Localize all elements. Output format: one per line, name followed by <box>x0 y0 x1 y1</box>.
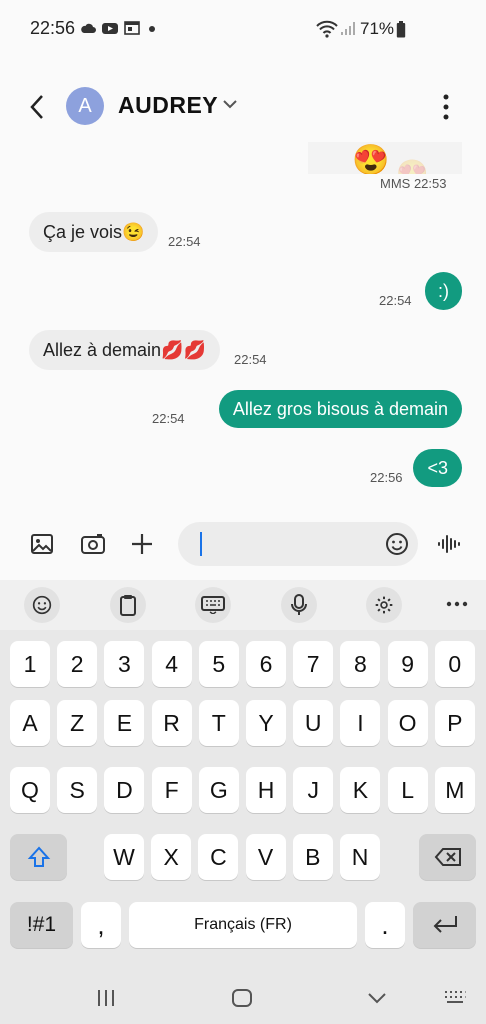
outgoing-message-bubble[interactable]: :) <box>425 272 462 310</box>
key-j[interactable]: J <box>293 767 334 813</box>
key-4[interactable]: 4 <box>151 641 192 687</box>
emoji-icon <box>32 595 52 615</box>
backspace-icon <box>434 848 461 866</box>
key-h[interactable]: H <box>246 767 286 813</box>
back-nav-icon[interactable] <box>367 990 387 1006</box>
backspace-key[interactable] <box>419 834 476 880</box>
key-n[interactable]: N <box>340 834 380 880</box>
voice-input-button[interactable] <box>281 587 317 623</box>
key-2[interactable]: 2 <box>57 641 98 687</box>
more-options-button[interactable] <box>436 92 456 122</box>
key-y[interactable]: Y <box>246 700 286 746</box>
avatar[interactable]: A <box>66 87 104 125</box>
message-timestamp: 22:54 <box>379 293 412 308</box>
clipboard-icon <box>120 595 136 616</box>
key-d[interactable]: D <box>104 767 145 813</box>
home-icon[interactable] <box>231 988 253 1008</box>
avatar-letter: A <box>78 94 92 117</box>
key-6[interactable]: 6 <box>246 641 286 687</box>
text-cursor <box>200 532 202 556</box>
mms-image-thumbnail[interactable]: 😍 😍 <box>308 142 462 174</box>
camera-icon[interactable] <box>80 532 106 556</box>
key-c[interactable]: C <box>198 834 239 880</box>
key-m[interactable]: M <box>434 767 475 813</box>
battery-icon <box>396 21 406 38</box>
contact-name[interactable]: AUDREY <box>118 92 218 119</box>
key-x[interactable]: X <box>151 834 192 880</box>
mms-emoji: 😍 <box>352 144 390 174</box>
key-v[interactable]: V <box>245 834 286 880</box>
key-l[interactable]: L <box>387 767 428 813</box>
message-timestamp: MMS 22:53 <box>380 176 447 191</box>
key-3[interactable]: 3 <box>104 641 145 687</box>
key-1[interactable]: 1 <box>10 641 50 687</box>
comma-key[interactable]: , <box>81 902 121 948</box>
key-z[interactable]: Z <box>57 700 98 746</box>
key-i[interactable]: I <box>340 700 381 746</box>
key-t[interactable]: T <box>198 700 239 746</box>
key-b[interactable]: B <box>292 834 333 880</box>
gallery-icon[interactable] <box>30 532 54 556</box>
message-timestamp: 22:54 <box>234 352 267 367</box>
wifi-icon <box>316 20 338 38</box>
period-key[interactable]: . <box>365 902 405 948</box>
key-g[interactable]: G <box>198 767 239 813</box>
message-timestamp: 22:54 <box>152 411 185 426</box>
message-input[interactable] <box>178 522 418 566</box>
settings-icon <box>375 596 393 614</box>
key-5[interactable]: 5 <box>198 641 239 687</box>
key-7[interactable]: 7 <box>293 641 334 687</box>
key-f[interactable]: F <box>151 767 192 813</box>
plus-icon[interactable] <box>130 532 154 556</box>
notification-dot-icon <box>149 26 155 32</box>
calendar-icon <box>124 21 140 35</box>
status-bar: 22:56 71% <box>0 0 486 60</box>
clipboard-button[interactable] <box>110 587 146 623</box>
signal-icon <box>341 22 355 35</box>
mms-emoji-faded: 😍 <box>396 158 429 174</box>
keyboard-settings-button[interactable] <box>366 587 402 623</box>
shift-icon <box>27 846 50 867</box>
key-u[interactable]: U <box>293 700 334 746</box>
back-button[interactable] <box>22 90 56 124</box>
key-0[interactable]: 0 <box>434 641 475 687</box>
incoming-message-bubble[interactable]: Allez à demain💋💋 <box>29 330 220 370</box>
mic-icon <box>291 594 307 615</box>
youtube-icon <box>102 23 118 34</box>
cloud-icon <box>81 23 96 33</box>
shift-key[interactable] <box>10 834 67 880</box>
battery-percentage: 71% <box>360 19 395 38</box>
keyboard-hide-icon[interactable] <box>443 990 467 1006</box>
keyboard-mode-button[interactable] <box>195 587 231 623</box>
key-a[interactable]: A <box>10 700 50 746</box>
message-timestamp: 22:56 <box>370 470 403 485</box>
enter-icon <box>433 916 457 933</box>
key-e[interactable]: E <box>104 700 145 746</box>
key-8[interactable]: 8 <box>340 641 381 687</box>
key-s[interactable]: S <box>57 767 98 813</box>
key-q[interactable]: Q <box>10 767 50 813</box>
emoji-icon[interactable] <box>385 532 409 556</box>
recents-icon[interactable] <box>96 988 116 1008</box>
key-9[interactable]: 9 <box>387 641 428 687</box>
key-r[interactable]: R <box>151 700 192 746</box>
message-timestamp: 22:54 <box>168 234 201 249</box>
more-icon[interactable] <box>446 600 468 608</box>
chevron-down-icon[interactable] <box>222 96 238 112</box>
outgoing-message-bubble[interactable]: <3 <box>413 449 462 487</box>
keyboard-toolbar <box>0 580 486 630</box>
keyboard-emoji-button[interactable] <box>24 587 60 623</box>
space-key[interactable]: Français (FR) <box>129 902 357 948</box>
keyboard-icon <box>201 596 225 614</box>
symbols-key[interactable]: !#1 <box>10 902 73 948</box>
key-w[interactable]: W <box>104 834 144 880</box>
key-p[interactable]: P <box>434 700 475 746</box>
voice-icon[interactable] <box>437 532 461 556</box>
key-k[interactable]: K <box>340 767 381 813</box>
outgoing-message-bubble[interactable]: Allez gros bisous à demain <box>218 390 462 428</box>
enter-key[interactable] <box>413 902 476 948</box>
key-o[interactable]: O <box>387 700 428 746</box>
incoming-message-bubble[interactable]: Ça je vois😉 <box>29 212 159 252</box>
status-time: 22:56 <box>30 18 76 38</box>
